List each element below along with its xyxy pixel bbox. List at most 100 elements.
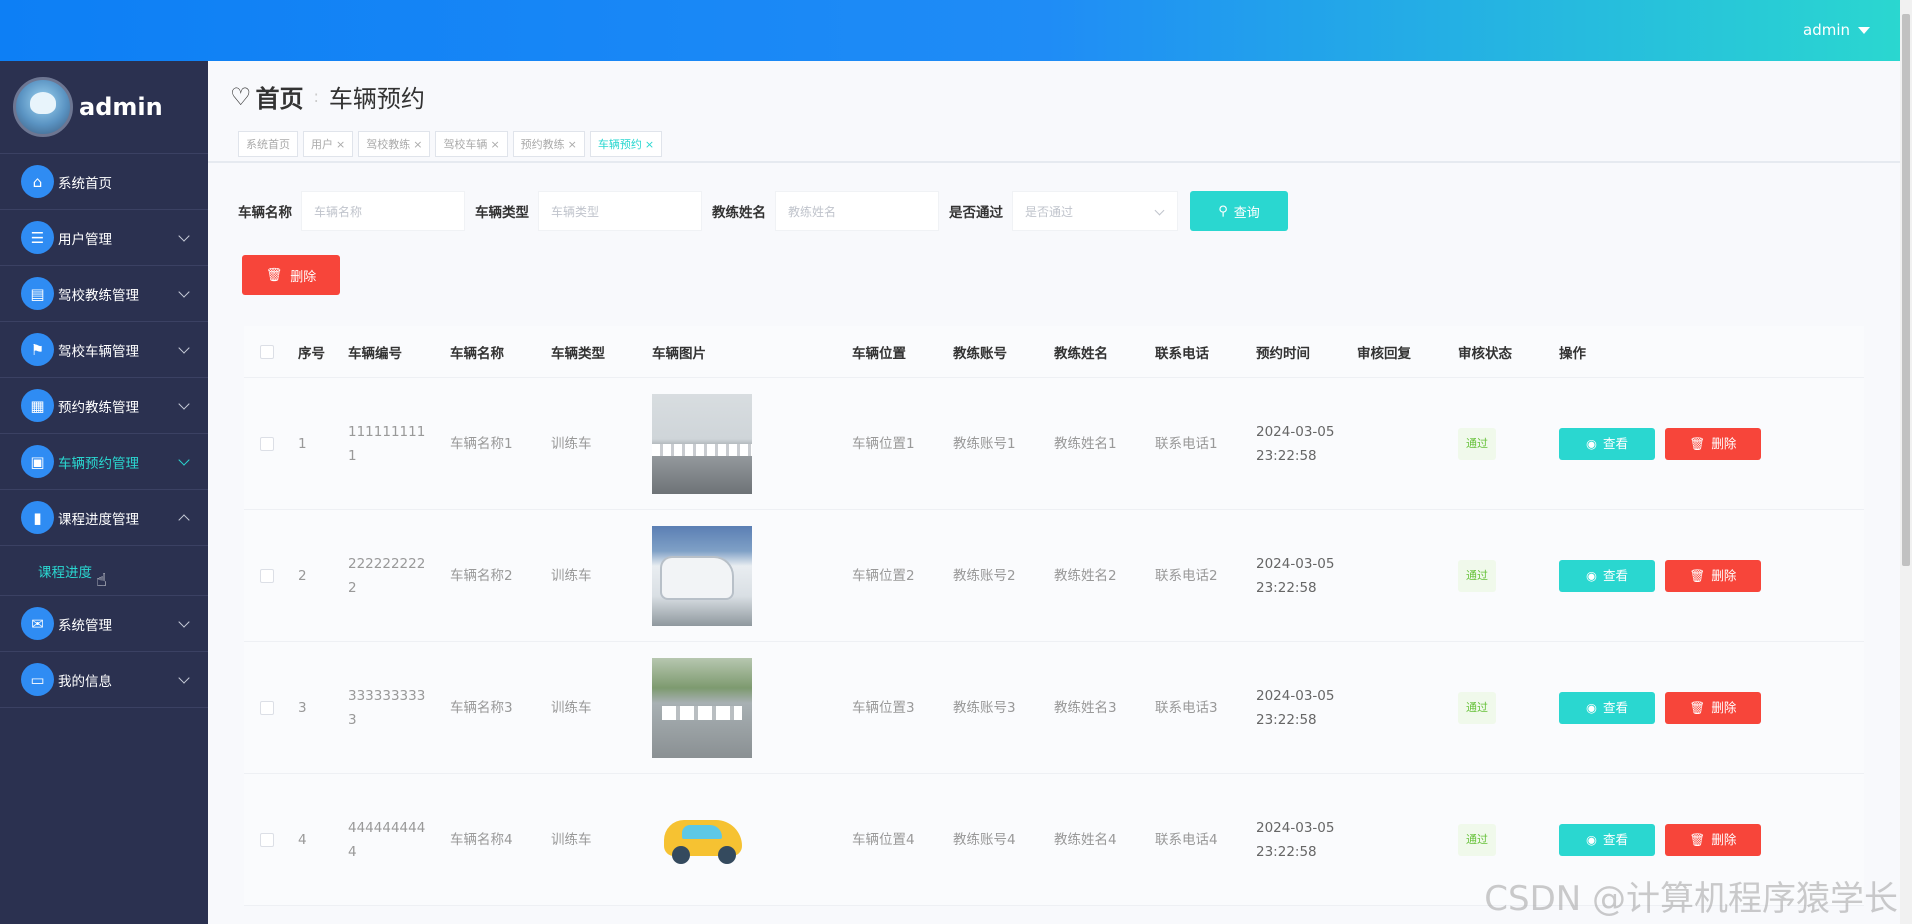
cell-actions: ◉ 查看 🗑 删除 xyxy=(1551,691,1761,724)
coach-name-input[interactable]: 教练姓名 xyxy=(775,191,939,231)
view-button[interactable]: ◉ 查看 xyxy=(1559,559,1655,592)
sidebar-item-course-progress[interactable]: ▮ 课程进度管理 xyxy=(0,490,208,546)
booking-table: 序号 车辆编号 车辆名称 车辆类型 车辆图片 车辆位置 教练账号 教练姓名 联系… xyxy=(244,326,1864,906)
row-checkbox[interactable] xyxy=(244,700,290,715)
profile: admin xyxy=(0,61,208,154)
cell-vehicle-no: 2222222222 xyxy=(348,555,426,596)
tab-coaches[interactable]: 驾校教练 × xyxy=(358,131,431,157)
table-row: 3 3333333333 车辆名称3 训练车 车辆位置3 教练账号3 教练姓名3… xyxy=(244,642,1864,774)
delete-button[interactable]: 🗑 删除 xyxy=(1665,823,1761,856)
eye-icon: ◉ xyxy=(1586,699,1597,715)
col-reply: 审核回复 xyxy=(1357,345,1411,362)
passed-label: 是否通过 xyxy=(949,205,1003,221)
breadcrumb-home[interactable]: ♡ 首页 xyxy=(230,79,304,114)
sidebar-item-users[interactable]: ☰ 用户管理 xyxy=(0,210,208,266)
cell-vehicle-no: 3333333333 xyxy=(348,687,426,728)
vehicle-photo[interactable] xyxy=(652,525,752,626)
status-badge: 通过 xyxy=(1458,559,1496,592)
cell-coach-account: 教练账号4 xyxy=(953,831,1016,848)
trash-icon: 🗑 xyxy=(1689,831,1706,847)
query-button[interactable]: ⚲ 查询 xyxy=(1190,191,1288,231)
cell-index: 1 xyxy=(298,435,307,452)
clipboard-icon: ▣ xyxy=(21,445,54,478)
cell-index: 3 xyxy=(298,699,307,716)
vehicle-photo[interactable] xyxy=(652,657,752,758)
cell-coach-account: 教练账号1 xyxy=(953,435,1016,452)
col-vehicle-no: 车辆编号 xyxy=(348,345,402,362)
chevron-down-icon xyxy=(178,672,190,684)
submenu-label: 课程进度 xyxy=(38,564,92,581)
chevron-down-icon xyxy=(178,342,190,354)
top-header: admin xyxy=(0,0,1900,61)
coach-name-label: 教练姓名 xyxy=(712,205,766,221)
row-checkbox[interactable] xyxy=(244,436,290,451)
vehicle-photo[interactable] xyxy=(652,393,752,494)
sidebar-item-coaches[interactable]: ▤ 驾校教练管理 xyxy=(0,266,208,322)
tab-bar: 系统首页 用户 × 驾校教练 × 驾校车辆 × 预约教练 × 车辆预约 × xyxy=(238,131,663,157)
tab-home[interactable]: 系统首页 xyxy=(238,131,298,157)
chevron-down-icon xyxy=(178,286,190,298)
select-all-checkbox[interactable] xyxy=(244,344,290,359)
view-button[interactable]: ◉ 查看 xyxy=(1559,823,1655,856)
tab-vehicle-booking[interactable]: 车辆预约 × xyxy=(589,131,663,157)
cell-vehicle-type: 训练车 xyxy=(551,567,592,584)
avatar xyxy=(13,77,73,137)
table-row: 1 1111111111 车辆名称1 训练车 车辆位置1 教练账号1 教练姓名1… xyxy=(244,378,1864,510)
tab-coach-booking[interactable]: 预约教练 × xyxy=(512,131,585,157)
vehicle-name-input[interactable]: 车辆名称 xyxy=(301,191,465,231)
cell-vehicle-name: 车辆名称4 xyxy=(450,831,513,848)
delete-button[interactable]: 🗑 删除 xyxy=(1665,559,1761,592)
chevron-down-icon xyxy=(1154,205,1165,216)
chat-icon: ✉ xyxy=(21,607,54,640)
chevron-up-icon xyxy=(178,514,190,526)
cell-coach-name: 教练姓名2 xyxy=(1054,567,1117,584)
cell-index: 4 xyxy=(298,831,307,848)
sidebar-item-my-info[interactable]: ▭ 我的信息 xyxy=(0,652,208,708)
status-badge: 通过 xyxy=(1458,691,1496,724)
bulk-delete-button[interactable]: 🗑 删除 xyxy=(242,255,340,295)
cell-phone: 联系电话2 xyxy=(1155,567,1218,584)
row-checkbox[interactable] xyxy=(244,832,290,847)
delete-button[interactable]: 🗑 删除 xyxy=(1665,691,1761,724)
tab-users[interactable]: 用户 × xyxy=(303,131,354,157)
row-checkbox[interactable] xyxy=(244,568,290,583)
cell-vehicle-name: 车辆名称1 xyxy=(450,435,513,452)
list-icon: ☰ xyxy=(21,221,54,254)
tab-vehicles[interactable]: 驾校车辆 × xyxy=(435,131,508,157)
cell-vehicle-no: 1111111111 xyxy=(348,423,426,464)
vehicle-photo[interactable] xyxy=(652,790,752,890)
briefcase-icon: ▤ xyxy=(21,277,54,310)
submenu-course-progress[interactable]: 课程进度 ☝ xyxy=(0,546,208,596)
cell-actions: ◉ 查看 🗑 删除 xyxy=(1551,427,1761,460)
view-button[interactable]: ◉ 查看 xyxy=(1559,427,1655,460)
delete-button[interactable]: 🗑 删除 xyxy=(1665,427,1761,460)
cell-time: 2024-03-05 23:22:58 xyxy=(1256,819,1335,860)
sidebar-item-system[interactable]: ✉ 系统管理 xyxy=(0,596,208,652)
sidebar-item-vehicles[interactable]: ⚑ 驾校车辆管理 xyxy=(0,322,208,378)
close-icon[interactable]: × xyxy=(568,138,577,151)
scrollbar-thumb[interactable] xyxy=(1902,14,1910,566)
close-icon[interactable]: × xyxy=(413,138,422,151)
passed-select[interactable]: 是否通过 xyxy=(1012,191,1178,231)
close-icon[interactable]: × xyxy=(336,138,345,151)
cell-vehicle-photo xyxy=(644,393,844,494)
trash-icon: 🗑 xyxy=(265,267,283,283)
sidebar-item-label: 驾校教练管理 xyxy=(58,287,139,304)
col-status: 审核状态 xyxy=(1458,345,1512,362)
cell-time: 2024-03-05 23:22:58 xyxy=(1256,687,1335,728)
sidebar-item-vehicle-booking[interactable]: ▣ 车辆预约管理 xyxy=(0,434,208,490)
cell-coach-account: 教练账号2 xyxy=(953,567,1016,584)
close-icon[interactable]: × xyxy=(490,138,499,151)
user-menu[interactable]: admin xyxy=(1803,21,1870,39)
sidebar-item-coach-booking[interactable]: ▦ 预约教练管理 xyxy=(0,378,208,434)
cell-phone: 联系电话3 xyxy=(1155,699,1218,716)
sidebar-item-home[interactable]: ⌂ 系统首页 xyxy=(0,154,208,210)
table-row: 2 2222222222 车辆名称2 训练车 车辆位置2 教练账号2 教练姓名2… xyxy=(244,510,1864,642)
vehicle-type-input[interactable]: 车辆类型 xyxy=(538,191,702,231)
page-scrollbar[interactable] xyxy=(1900,0,1912,924)
flag-icon: ⚑ xyxy=(21,333,54,366)
close-icon[interactable]: × xyxy=(645,138,654,151)
sidebar-item-label: 系统管理 xyxy=(58,617,112,634)
view-button[interactable]: ◉ 查看 xyxy=(1559,691,1655,724)
cell-phone: 联系电话4 xyxy=(1155,831,1218,848)
